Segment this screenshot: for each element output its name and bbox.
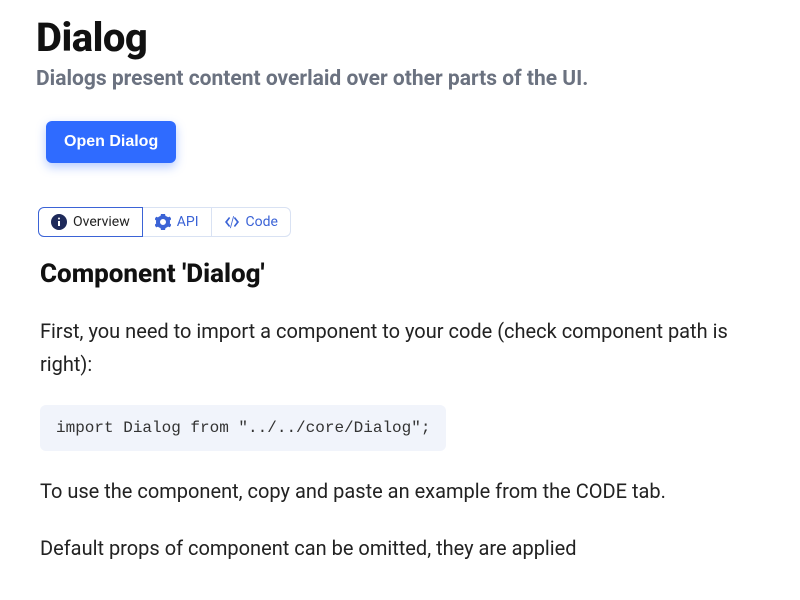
info-icon <box>51 214 67 230</box>
tab-label: API <box>177 214 199 230</box>
import-code-block: import Dialog from "../../core/Dialog"; <box>40 405 446 451</box>
tab-overview[interactable]: Overview <box>38 207 143 237</box>
truncated-text: Default props of component can be omitte… <box>40 532 760 565</box>
section-title: Component 'Dialog' <box>40 259 764 289</box>
tabs: Overview API Code <box>38 207 291 237</box>
tab-label: Code <box>246 214 278 230</box>
gear-icon <box>155 214 171 230</box>
intro-text: First, you need to import a component to… <box>40 315 760 381</box>
open-dialog-button[interactable]: Open Dialog <box>46 121 176 163</box>
usage-text: To use the component, copy and paste an … <box>40 475 760 508</box>
tab-code[interactable]: Code <box>212 207 291 237</box>
tab-api[interactable]: API <box>143 207 212 237</box>
page-title: Dialog <box>36 14 764 61</box>
page-subtitle: Dialogs present content overlaid over ot… <box>36 67 764 91</box>
demo-area: Open Dialog <box>36 121 764 163</box>
tab-label: Overview <box>73 214 130 230</box>
code-icon <box>224 214 240 230</box>
